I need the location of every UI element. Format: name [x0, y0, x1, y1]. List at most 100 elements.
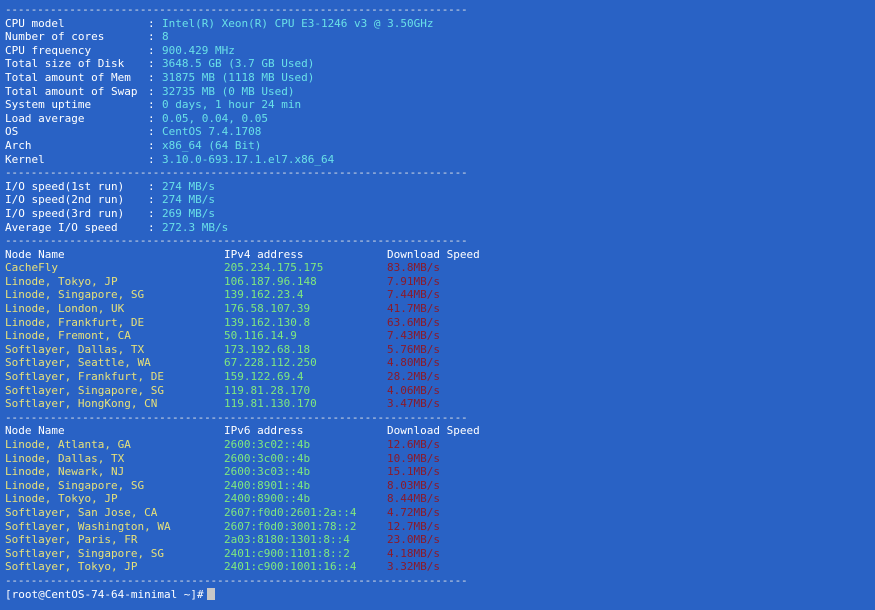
table-row: Linode, Fremont, CA 50.116.14.9 7.43MB/s	[0, 329, 875, 343]
info-key: Total amount of Swap	[5, 84, 138, 98]
download-speed-cell: 7.43MB/s	[387, 329, 440, 343]
node-name-cell: Softlayer, Singapore, SG	[5, 546, 164, 560]
ip-address-cell: 2401:c900:1001:16::4	[224, 560, 357, 574]
table-row: Softlayer, Paris, FR 2a03:8180:1301:8::4 2…	[0, 533, 875, 547]
info-value: 0 days, 1 hour 24 min	[162, 98, 302, 112]
info-value: 8	[162, 30, 169, 44]
system-info-row: Number of cores:8	[0, 30, 875, 44]
node-name-cell: Softlayer, Seattle, WA	[5, 356, 151, 370]
colon-separator: :	[148, 57, 155, 71]
download-speed-cell: 41.7MB/s	[387, 302, 440, 316]
node-name-cell: Linode, Frankfurt, DE	[5, 315, 145, 329]
system-info-row: Load average:0.05, 0.04, 0.05	[0, 112, 875, 126]
system-info-row: Kernel:3.10.0-693.17.1.el7.x86_64	[0, 153, 875, 167]
ip-address-cell: 173.192.68.18	[224, 342, 311, 356]
ip-address-cell: 50.116.14.9	[224, 329, 297, 343]
separator: ----------------------------------------…	[5, 3, 468, 16]
colon-separator: :	[148, 138, 155, 152]
download-speed-cell: 83.8MB/s	[387, 261, 440, 275]
ipv4-table: CacheFly 205.234.175.175 83.8MB/s Linode, T…	[0, 261, 875, 411]
node-name-cell: Linode, Dallas, TX	[5, 451, 125, 465]
node-name-cell: Softlayer, Frankfurt, DE	[5, 370, 164, 384]
system-info-row: Total amount of Swap:32735 MB (0 MB Used…	[0, 85, 875, 99]
info-value: 3648.5 GB (3.7 GB Used)	[162, 57, 315, 71]
table-row: Softlayer, Washington, WA 2607:f0d0:3001:…	[0, 520, 875, 534]
colon-separator: :	[148, 98, 155, 112]
ip-address-cell: 2600:3c03::4b	[224, 465, 311, 479]
shell-prompt-line[interactable]: [root@CentOS-74-64-minimal ~]#	[0, 587, 875, 602]
colon-separator: :	[148, 30, 155, 44]
node-name-cell: Linode, Singapore, SG	[5, 478, 145, 492]
node-name-cell: Linode, Singapore, SG	[5, 288, 145, 302]
ip-address-cell: 159.122.69.4	[224, 370, 304, 384]
system-info-row: Arch: x86_64 (64 Bit)	[0, 139, 875, 153]
table-row: Linode, London, UK 176.58.107.39 41.7MB/s	[0, 302, 875, 316]
info-key: Total size of Disk	[5, 57, 125, 71]
table-row: Linode, Atlanta, GA 2600:3c02::4b 12.6MB/s	[0, 438, 875, 452]
ip-address-cell: 2a03:8180:1301:8::4	[224, 533, 350, 547]
ip-address-cell: 106.187.96.148	[224, 274, 317, 288]
colon-separator: :	[148, 152, 155, 166]
table-row: Linode, Singapore, SG 2400:8901::4b 8.03MB…	[0, 479, 875, 493]
node-name-cell: Linode, Tokyo, JP	[5, 274, 118, 288]
download-speed-cell: 23.0MB/s	[387, 533, 440, 547]
info-value: 274 MB/s	[162, 179, 215, 193]
ipv6-table: Linode, Atlanta, GA 2600:3c02::4b 12.6MB/s…	[0, 438, 875, 574]
system-info-row: Total size of Disk:3648.5 GB (3.7 GB Use…	[0, 57, 875, 71]
ip-address-cell: 119.81.28.170	[224, 383, 311, 397]
separator: ----------------------------------------…	[5, 166, 468, 180]
io-speed-row: I/O speed(3rd run):269 MB/s	[0, 207, 875, 221]
info-key: CPU frequency	[5, 43, 92, 57]
node-name-cell: Softlayer, Dallas, TX	[5, 342, 145, 356]
info-value: 31875 MB (1118 MB Used)	[162, 70, 315, 84]
table-row: Linode, Newark, NJ 2600:3c03::4b 15.1MB/s	[0, 465, 875, 479]
info-value: 272.3 MB/s	[162, 220, 229, 234]
ip-address-cell: 2401:c900:1101:8::2	[224, 546, 350, 560]
colon-separator: :	[148, 125, 155, 139]
terminal-window[interactable]: ----------------------------------------…	[0, 0, 875, 610]
ipv6-table-header: Node Name IPv6 address Download Speed	[0, 424, 875, 438]
node-name-cell: Softlayer, Tokyo, JP	[5, 560, 138, 574]
node-name-cell: Linode, Newark, NJ	[5, 465, 125, 479]
ip-address-cell: 139.162.23.4	[224, 288, 304, 302]
ipv4-table-header: Node Name IPv4 address Download Speed	[0, 248, 875, 262]
node-name-cell: Softlayer, Singapore, SG	[5, 383, 164, 397]
download-speed-header: Download Speed	[387, 424, 480, 438]
node-name-cell: Softlayer, Washington, WA	[5, 519, 171, 533]
separator: ----------------------------------------…	[5, 410, 468, 424]
io-speed-row: I/O speed(2nd run):274 MB/s	[0, 193, 875, 207]
ip-address-cell: 67.228.112.250	[224, 356, 317, 370]
system-info-row: System uptime:0 days, 1 hour 24 min	[0, 98, 875, 112]
info-key: Average I/O speed	[5, 220, 118, 234]
table-row: Linode, Tokyo, JP 106.187.96.148 7.91MB/s	[0, 275, 875, 289]
table-row: Linode, Frankfurt, DE 139.162.130.8 63.6MB…	[0, 316, 875, 330]
info-value: 3.10.0-693.17.1.el7.x86_64	[162, 152, 335, 166]
info-value: 269 MB/s	[162, 206, 215, 220]
node-name-cell: Softlayer, Paris, FR	[5, 533, 138, 547]
download-speed-cell: 5.76MB/s	[387, 342, 440, 356]
colon-separator: :	[148, 179, 155, 193]
table-row: Linode, Singapore, SG 139.162.23.4 7.44MB/…	[0, 288, 875, 302]
table-row: Softlayer, San Jose, CA 2607:f0d0:2601:2a…	[0, 506, 875, 520]
ip-address-cell: 2607:f0d0:3001:78::2	[224, 519, 357, 533]
download-speed-cell: 3.32MB/s	[387, 560, 440, 574]
info-key: Total amount of Mem	[5, 70, 131, 84]
table-row: Linode, Tokyo, JP 2400:8900::4b 8.44MB/s	[0, 492, 875, 506]
download-speed-cell: 10.9MB/s	[387, 451, 440, 465]
io-speed-row: Average I/O speed:272.3 MB/s	[0, 221, 875, 235]
system-info-row: OS: CentOS 7.4.1708	[0, 125, 875, 139]
info-key: OS	[5, 125, 19, 139]
download-speed-cell: 4.18MB/s	[387, 546, 440, 560]
table-row: Softlayer, Singapore, SG 119.81.28.170 4.0…	[0, 384, 875, 398]
info-key: Kernel	[5, 152, 45, 166]
download-speed-header: Download Speed	[387, 247, 480, 261]
ip-address-cell: 2400:8900::4b	[224, 492, 311, 506]
shell-prompt: [root@CentOS-74-64-minimal ~]#	[5, 587, 204, 601]
ip-address-header: IPv4 address	[224, 247, 304, 261]
info-key: I/O speed(2nd run)	[5, 193, 125, 207]
info-value: 900.429 MHz	[162, 43, 235, 57]
node-name-cell: Linode, London, UK	[5, 302, 125, 316]
system-info-section: CPU model: Intel(R) Xeon(R) CPU E3-1246 v…	[0, 17, 875, 167]
table-row: Softlayer, Singapore, SG 2401:c900:1101:8…	[0, 547, 875, 561]
node-name-header: Node Name	[5, 247, 65, 261]
